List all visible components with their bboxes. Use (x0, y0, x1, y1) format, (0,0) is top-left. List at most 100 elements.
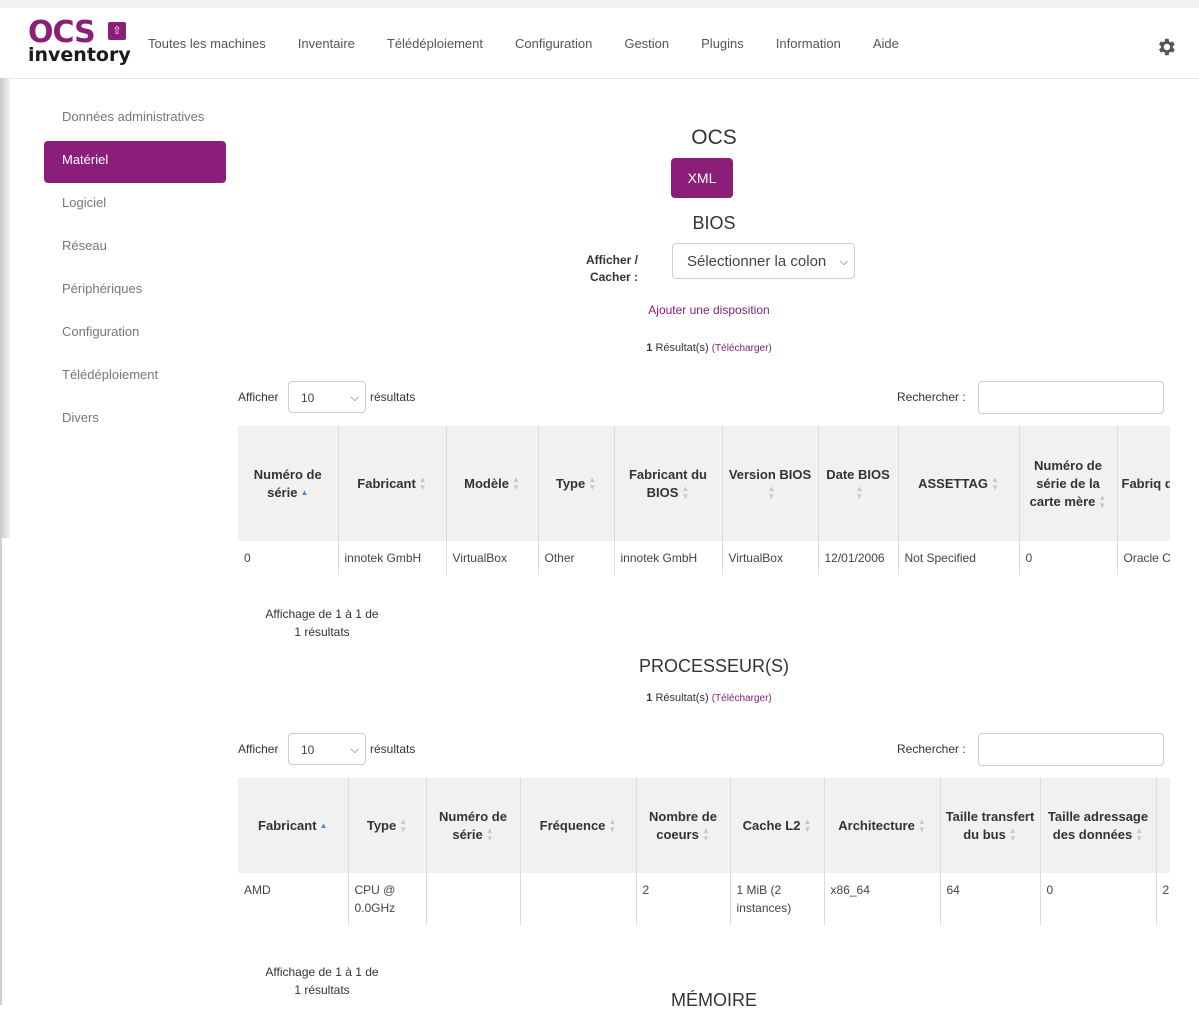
sort-icon: ▲ ▼ (1135, 826, 1144, 844)
sort-icon: ▲ ▼ (681, 484, 690, 502)
table-cell: 1 MiB (2 instances) (730, 873, 825, 925)
table-cell: 0 (1019, 541, 1118, 575)
bios-col-manufacturer[interactable]: Fabricant ▲ ▼ (338, 426, 447, 541)
table-row: 0 innotek GmbH VirtualBox Other innotek … (238, 541, 1170, 575)
cpu-result-text: Résultat(s) (655, 692, 709, 704)
table-cell: VirtualBox (722, 541, 819, 575)
bios-col-bios-version[interactable]: Version BIOS▲ ▼ (722, 426, 819, 541)
cpu-download-link[interactable]: (Télécharger) (712, 693, 772, 704)
cpu-results-label: résultats (370, 742, 416, 756)
sort-asc-icon: ▲ (300, 488, 309, 498)
sort-icon: ▲ ▼ (855, 484, 864, 502)
cpu-col-manufacturer[interactable]: Fabricant ▲ (238, 778, 349, 873)
bios-download-link[interactable]: (Télécharger) (712, 343, 772, 354)
nav-item-all-machines[interactable]: Toutes les machines (148, 36, 266, 51)
cpu-col-serial[interactable]: Numéro de série ▲ ▼ (426, 778, 521, 873)
bios-col-bios-date[interactable]: Date BIOS▲ ▼ (818, 426, 899, 541)
sort-icon: ▲ ▼ (418, 475, 427, 493)
cpu-col-architecture[interactable]: Architecture ▲ ▼ (824, 778, 941, 873)
bios-search-label: Rechercher : (897, 390, 966, 404)
bios-header-row: Numéro de série ▲ Fabricant ▲ ▼ Modèle ▲ ▼ Ty… (238, 426, 1170, 541)
sort-icon: ▲ ▼ (990, 475, 999, 493)
table-cell: 12/01/2006 (818, 541, 899, 575)
bios-table: Numéro de série ▲ Fabricant ▲ ▼ Modèle ▲ ▼ Ty… (238, 426, 1170, 575)
sidebar-item-misc[interactable]: Divers (44, 399, 226, 441)
sort-icon: ▲ ▼ (511, 475, 520, 493)
bios-search-input[interactable] (978, 381, 1164, 414)
nav-item-configuration[interactable]: Configuration (515, 36, 592, 51)
nav-item-deployment[interactable]: Télédéploiement (387, 36, 483, 51)
cpu-col-bus-width[interactable]: Taille transfert du bus ▲ ▼ (940, 778, 1041, 873)
sort-icon: ▲ ▼ (701, 826, 710, 844)
column-select-value: Sélectionner la colon (687, 253, 827, 270)
column-select[interactable]: Sélectionner la colon ⌵ (672, 243, 855, 279)
add-layout-link[interactable]: Ajouter une disposition (0, 303, 1199, 317)
sort-icon: ▲ ▼ (767, 484, 776, 502)
cpu-col-data-width[interactable]: Taille adressage des données ▲ ▼ (1040, 778, 1157, 873)
cpu-result-count: 1 Résultat(s) (Télécharger) (0, 692, 1199, 704)
logo-upload-icon: ⇧ (108, 22, 126, 40)
main-nav: Toutes les machines Inventaire Télédéplo… (148, 36, 931, 51)
bios-col-bios-manufacturer[interactable]: Fabricant du BIOS ▲ ▼ (614, 426, 723, 541)
table-cell: Other (538, 541, 615, 575)
left-edge-line (0, 538, 2, 1005)
cpu-page-length-value: 10 (301, 743, 315, 757)
cpu-col-cores[interactable]: Nombre de coeurs ▲ ▼ (636, 778, 731, 873)
xml-button[interactable]: XML (671, 158, 733, 198)
table-cell: 2 (1156, 873, 1170, 925)
nav-item-plugins[interactable]: Plugins (701, 36, 744, 51)
chevron-down-icon: ⌵ (350, 744, 359, 756)
bios-col-model[interactable]: Modèle ▲ ▼ (446, 426, 539, 541)
cpu-show-label: Afficher (238, 742, 279, 756)
table-cell: innotek GmbH (614, 541, 723, 575)
table-cell: Not Specified (898, 541, 1020, 575)
sort-icon: ▲ ▼ (588, 475, 597, 493)
bios-col-mb-manufacturer[interactable]: Fabriq de la c mèr (1117, 426, 1170, 541)
sort-icon: ▲ ▼ (485, 826, 494, 844)
cpu-col-frequency[interactable]: Fréquence ▲ ▼ (520, 778, 637, 873)
sort-icon: ▲ ▼ (803, 817, 812, 835)
cpu-table-wrapper: Fabricant ▲ Type ▲ ▼ Numéro de série ▲ ▼ Fréq… (238, 778, 1170, 950)
cpu-search-input[interactable] (978, 733, 1164, 766)
bios-heading: BIOS (692, 213, 736, 233)
nav-item-management[interactable]: Gestion (624, 36, 669, 51)
nav-item-information[interactable]: Information (776, 36, 841, 51)
sort-asc-icon: ▲ (319, 821, 328, 831)
bios-result-count: 1 Résultat(s) (Télécharger) (0, 342, 1199, 354)
sort-icon: ▲ ▼ (1098, 493, 1107, 511)
bios-results-label: résultats (370, 390, 416, 404)
cpu-table: Fabricant ▲ Type ▲ ▼ Numéro de série ▲ ▼ Fréq… (238, 778, 1170, 925)
page-title: OCS (691, 126, 737, 149)
table-cell: AMD (238, 873, 349, 925)
bios-result-number: 1 (646, 342, 653, 354)
cpu-col-type[interactable]: Type ▲ ▼ (348, 778, 427, 873)
cpu-page-length-select[interactable]: 10 ⌵ (288, 733, 366, 765)
bios-col-assettag[interactable]: ASSETTAG ▲ ▼ (898, 426, 1020, 541)
table-cell: Oracle Corporatio (1117, 541, 1170, 575)
table-cell: 0 (1040, 873, 1157, 925)
table-cell: VirtualBox (446, 541, 539, 575)
navbar: OCS ⇧ inventory Toutes les machines Inve… (0, 8, 1199, 79)
nav-item-inventory[interactable]: Inventaire (298, 36, 355, 51)
sort-icon: ▲ ▼ (1008, 826, 1017, 844)
bios-col-mb-serial[interactable]: Numéro de série de la carte mère ▲ ▼ (1019, 426, 1118, 541)
table-cell: x86_64 (824, 873, 941, 925)
gear-icon[interactable] (1155, 36, 1177, 58)
cpu-col-extra[interactable] (1156, 778, 1170, 873)
table-cell: CPU @ 0.0GHz (348, 873, 427, 925)
top-strip (0, 0, 1199, 8)
table-cell: 64 (940, 873, 1041, 925)
ocs-inventory-logo[interactable]: OCS ⇧ inventory (28, 16, 132, 67)
bios-col-serial[interactable]: Numéro de série ▲ (238, 426, 339, 541)
table-cell (520, 873, 637, 925)
cpu-col-cache-l2[interactable]: Cache L2 ▲ ▼ (730, 778, 825, 873)
nav-item-help[interactable]: Aide (873, 36, 899, 51)
bios-page-length-select[interactable]: 10 ⌵ (288, 381, 366, 413)
bios-table-info: Affichage de 1 à 1 de 1 résultats (265, 607, 379, 639)
table-cell: 0 (238, 541, 339, 575)
bios-col-type[interactable]: Type ▲ ▼ (538, 426, 615, 541)
bios-table-wrapper: Numéro de série ▲ Fabricant ▲ ▼ Modèle ▲ ▼ Ty… (238, 426, 1170, 594)
bios-show-label: Afficher (238, 390, 279, 404)
sidebar-item-deployment[interactable]: Télédéploiement (44, 356, 226, 398)
logo-inventory-text: inventory (28, 44, 131, 66)
